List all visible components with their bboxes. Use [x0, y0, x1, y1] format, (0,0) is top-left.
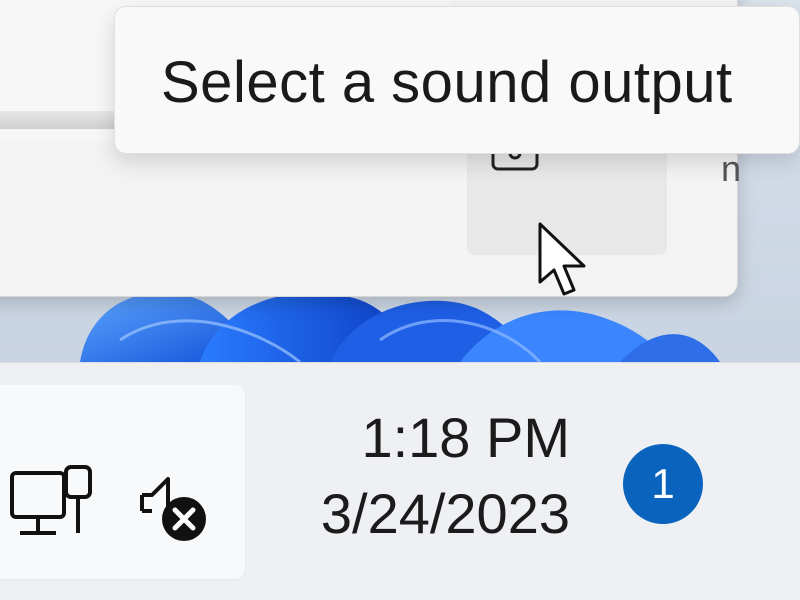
- tooltip-text: Select a sound output: [161, 50, 733, 115]
- system-tray-group[interactable]: [0, 385, 245, 579]
- mouse-cursor-icon: [536, 220, 592, 305]
- notification-count-badge[interactable]: 1: [623, 444, 703, 524]
- clock-date: 3/24/2023: [320, 482, 570, 545]
- taskbar: 1:18 PM 3/24/2023 1: [0, 362, 800, 600]
- volume-muted-icon[interactable]: [138, 473, 214, 554]
- tooltip: Select a sound output: [114, 6, 800, 154]
- clock-time: 1:18 PM: [361, 406, 570, 469]
- taskbar-clock[interactable]: 1:18 PM 3/24/2023: [260, 403, 570, 553]
- network-ethernet-icon[interactable]: [10, 465, 94, 554]
- cut-off-text-fragment: n: [721, 148, 742, 189]
